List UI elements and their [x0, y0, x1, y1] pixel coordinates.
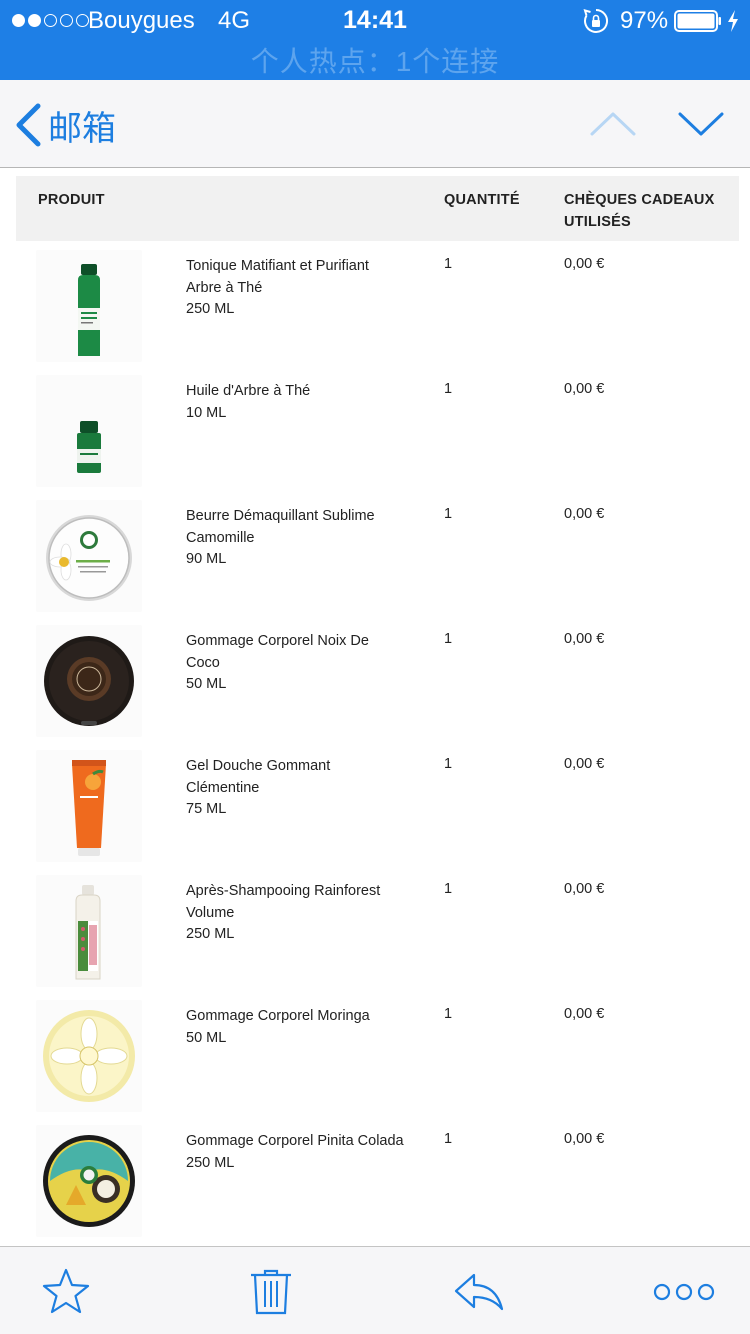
table-row: Gommage Corporel Moringa 50 ML 1 0,00 €	[0, 994, 750, 1119]
table-row: Beurre Démaquillant Sublime Camomille 90 …	[0, 494, 750, 619]
product-cheque-value: 0,00 €	[564, 881, 605, 897]
column-header-product: PRODUIT	[38, 192, 105, 208]
product-quantity: 1	[444, 1006, 453, 1022]
product-cheque-value: 0,00 €	[564, 381, 605, 397]
table-row: Après-Shampooing Rainforest Volume 250 ML…	[0, 869, 750, 994]
email-content[interactable]: PRODUIT QUANTITÉ CHÈQUES CADEAUX UTILISÉ…	[0, 168, 750, 1246]
product-quantity: 1	[444, 756, 453, 772]
product-quantity: 1	[444, 1131, 453, 1147]
back-button[interactable]: 邮箱	[14, 100, 116, 150]
product-cheque-value: 0,00 €	[564, 631, 605, 647]
chevron-down-icon[interactable]	[676, 108, 726, 140]
product-cheque-value: 0,00 €	[564, 1131, 605, 1147]
product-name[interactable]: Gommage Corporel Moringa 50 ML	[186, 1006, 406, 1049]
charging-icon	[728, 10, 738, 32]
product-cheque-value: 0,00 €	[564, 756, 605, 772]
product-name[interactable]: Tonique Matifiant et Purifiant Arbre à T…	[186, 256, 406, 321]
table-row: Tonique Matifiant et Purifiant Arbre à T…	[0, 244, 750, 369]
product-cheque-value: 0,00 €	[564, 506, 605, 522]
product-name[interactable]: Après-Shampooing Rainforest Volume 250 ML	[186, 881, 406, 946]
product-image-clementine-shower-gel[interactable]	[36, 750, 142, 862]
mail-toolbar	[0, 1246, 750, 1334]
product-name[interactable]: Gel Douche Gommant Clémentine 75 ML	[186, 756, 406, 821]
product-name[interactable]: Beurre Démaquillant Sublime Camomille 90 …	[186, 506, 406, 571]
product-quantity: 1	[444, 506, 453, 522]
product-quantity: 1	[444, 381, 453, 397]
product-image-tea-tree-oil[interactable]	[36, 375, 142, 487]
product-quantity: 1	[444, 881, 453, 897]
chevron-up-icon[interactable]	[588, 108, 638, 140]
battery-percentage: 97%	[620, 7, 669, 34]
product-image-camomile-butter[interactable]	[36, 500, 142, 612]
product-image-moringa-scrub[interactable]	[36, 1000, 142, 1112]
product-name[interactable]: Gommage Corporel Pinita Colada 250 ML	[186, 1131, 406, 1174]
back-label: 邮箱	[48, 109, 116, 148]
product-cheque-value: 0,00 €	[564, 256, 605, 272]
navigation-bar: 邮箱	[0, 80, 750, 168]
product-quantity: 1	[444, 631, 453, 647]
table-row: Gel Douche Gommant Clémentine 75 ML 1 0,0…	[0, 744, 750, 869]
orientation-lock-icon	[583, 9, 608, 33]
product-image-tea-tree-toner[interactable]	[36, 250, 142, 362]
battery-icon	[674, 10, 721, 32]
column-header-quantity: QUANTITÉ	[444, 192, 520, 208]
column-header-cheques: CHÈQUES CADEAUX UTILISÉS	[564, 192, 715, 230]
product-image-pinita-colada-scrub[interactable]	[36, 1125, 142, 1237]
product-name[interactable]: Gommage Corporel Noix De Coco 50 ML	[186, 631, 406, 696]
product-name[interactable]: Huile d'Arbre à Thé 10 ML	[186, 381, 406, 424]
product-quantity: 1	[444, 256, 453, 272]
status-bar: Bouygues 4G 14:41 97% 个人热点：1个连接	[0, 0, 750, 80]
product-image-rainforest-conditioner[interactable]	[36, 875, 142, 987]
trash-icon[interactable]	[243, 1267, 299, 1317]
reply-icon[interactable]	[452, 1267, 508, 1317]
hotspot-banner[interactable]: 个人热点：1个连接	[0, 40, 750, 80]
table-row: Gommage Corporel Noix De Coco 50 ML 1 0,0…	[0, 619, 750, 744]
star-icon[interactable]	[38, 1267, 94, 1317]
table-header: PRODUIT QUANTITÉ CHÈQUES CADEAUX UTILISÉ…	[16, 176, 739, 241]
table-row: Gommage Corporel Pinita Colada 250 ML 1 0…	[0, 1119, 750, 1244]
table-row: Huile d'Arbre à Thé 10 ML 1 0,00 €	[0, 369, 750, 494]
product-cheque-value: 0,00 €	[564, 1006, 605, 1022]
more-icon[interactable]	[652, 1267, 722, 1317]
product-image-coconut-scrub[interactable]	[36, 625, 142, 737]
back-chevron-icon	[16, 103, 41, 147]
